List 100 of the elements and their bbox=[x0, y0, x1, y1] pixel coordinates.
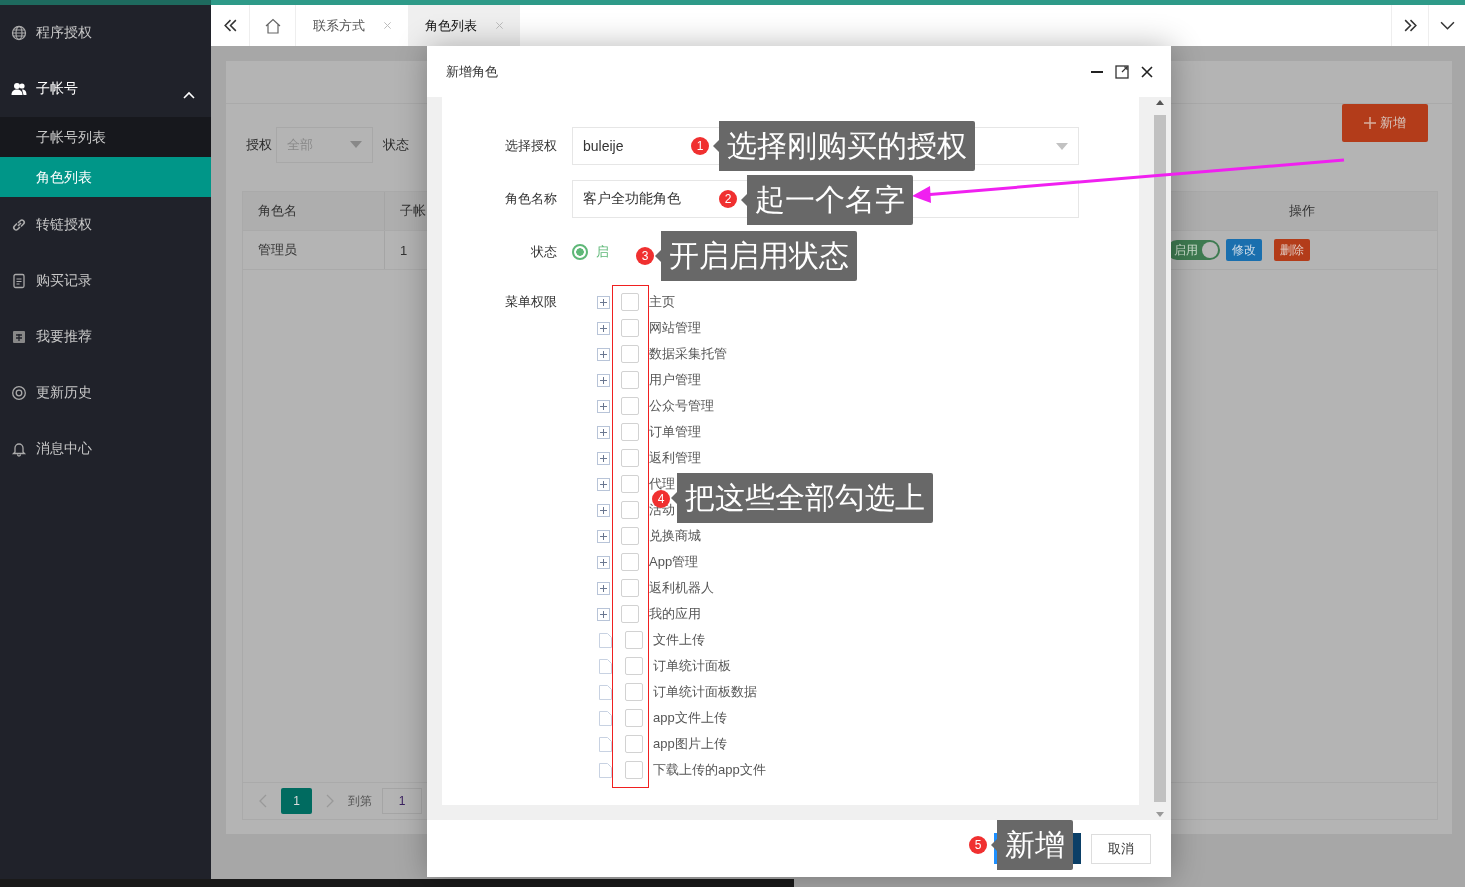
menu-item-label: 公众号管理 bbox=[649, 397, 714, 415]
checkbox[interactable] bbox=[621, 501, 639, 519]
checkbox[interactable] bbox=[625, 683, 643, 701]
home-icon bbox=[263, 17, 282, 34]
checkbox[interactable] bbox=[621, 579, 639, 597]
double-chevron-left-icon bbox=[222, 19, 238, 32]
menu-item-label: 主页 bbox=[649, 293, 675, 311]
sidebar-item[interactable]: 更新历史 bbox=[0, 365, 211, 421]
checkbox[interactable] bbox=[621, 423, 639, 441]
checkbox[interactable] bbox=[621, 345, 639, 363]
goto-label: 到第 bbox=[348, 792, 372, 810]
sidebar-item[interactable]: 子帐号 bbox=[0, 61, 211, 117]
checkbox[interactable] bbox=[621, 527, 639, 545]
sidebar-item[interactable]: 程序授权 bbox=[0, 5, 211, 61]
caret-icon bbox=[350, 141, 362, 148]
checkbox[interactable] bbox=[621, 371, 639, 389]
sidebar-item[interactable]: 转链授权 bbox=[0, 197, 211, 253]
field-label: 角色名称 bbox=[504, 190, 558, 208]
expand-icon[interactable] bbox=[597, 607, 610, 621]
annotation-tooltip: 选择刚购买的授权 bbox=[713, 121, 975, 171]
expand-icon[interactable] bbox=[597, 399, 610, 413]
file-icon bbox=[599, 762, 612, 778]
column-header: 角色名 bbox=[243, 192, 385, 230]
table-cell: 1 bbox=[400, 242, 408, 258]
expand-icon[interactable] bbox=[597, 477, 610, 491]
scroll-up-icon[interactable] bbox=[1156, 100, 1164, 105]
prev-icon[interactable] bbox=[259, 794, 267, 808]
checkbox[interactable] bbox=[621, 293, 639, 311]
file-icon bbox=[599, 632, 612, 648]
target-icon bbox=[11, 385, 27, 401]
filter-label: 授权 bbox=[246, 135, 272, 154]
column-header: 操作 bbox=[1288, 202, 1316, 220]
menu-item-label: 文件上传 bbox=[653, 631, 705, 649]
expand-icon[interactable] bbox=[597, 373, 610, 387]
field-label: 选择授权 bbox=[504, 137, 558, 155]
bell-icon bbox=[11, 441, 27, 457]
checkbox[interactable] bbox=[625, 657, 643, 675]
page-button[interactable]: 1 bbox=[281, 788, 312, 814]
expand-icon[interactable] bbox=[597, 503, 610, 517]
plus-icon bbox=[1364, 116, 1376, 129]
checkbox[interactable] bbox=[621, 605, 639, 623]
delete-button[interactable]: 删除 bbox=[1274, 239, 1310, 261]
tab[interactable]: 角色列表 bbox=[408, 5, 520, 46]
file-icon bbox=[599, 710, 612, 726]
menu-item-label: 订单统计面板数据 bbox=[653, 683, 757, 701]
sidebar-item[interactable]: 我要推荐 bbox=[0, 309, 211, 365]
menu-item-label: App管理 bbox=[649, 553, 699, 571]
menu-item-label: 我的应用 bbox=[649, 605, 701, 623]
expand-icon[interactable] bbox=[597, 581, 610, 595]
submenu-item[interactable]: 子帐号列表 bbox=[0, 117, 211, 157]
menu-item-label: 返利机器人 bbox=[649, 579, 714, 597]
annotation-tooltip: 开启启用状态 bbox=[655, 231, 857, 281]
expand-icon[interactable] bbox=[597, 295, 610, 309]
field-label: 状态 bbox=[530, 243, 558, 261]
scroll-down-icon[interactable] bbox=[1156, 812, 1164, 817]
close-icon[interactable] bbox=[1140, 64, 1154, 79]
menu-item-label: app图片上传 bbox=[653, 735, 727, 753]
expand-icon[interactable] bbox=[597, 529, 610, 543]
checkbox[interactable] bbox=[625, 631, 643, 649]
checkbox[interactable] bbox=[621, 397, 639, 415]
page-input[interactable]: 1 bbox=[382, 788, 422, 814]
menu-item-label: 订单统计面板 bbox=[653, 657, 731, 675]
maximize-icon[interactable] bbox=[1115, 64, 1129, 79]
menu-item-label: 下载上传的app文件 bbox=[653, 761, 766, 779]
checkbox[interactable] bbox=[625, 709, 643, 727]
menu-item-label: 用户管理 bbox=[649, 371, 701, 389]
checkbox[interactable] bbox=[621, 449, 639, 467]
sidebar-item[interactable]: 消息中心 bbox=[0, 421, 211, 477]
expand-icon[interactable] bbox=[597, 555, 610, 569]
caret-icon bbox=[1056, 142, 1068, 150]
menu-item-label: 数据采集托管 bbox=[649, 345, 727, 363]
expand-icon[interactable] bbox=[597, 321, 610, 335]
checkbox[interactable] bbox=[621, 553, 639, 571]
menu-item-label: 返利管理 bbox=[649, 449, 701, 467]
add-button[interactable]: 新增 bbox=[1342, 103, 1428, 142]
filter-label: 状态 bbox=[383, 135, 409, 154]
annotation-tooltip: 新增 bbox=[991, 820, 1073, 870]
document-icon bbox=[11, 273, 27, 289]
submenu-item[interactable]: 角色列表 bbox=[0, 157, 211, 197]
next-icon[interactable] bbox=[326, 794, 334, 808]
expand-icon[interactable] bbox=[597, 347, 610, 361]
checkbox[interactable] bbox=[625, 735, 643, 753]
sidebar-item[interactable]: 购买记录 bbox=[0, 253, 211, 309]
menu-item-label: 订单管理 bbox=[649, 423, 701, 441]
file-icon bbox=[599, 736, 612, 752]
checkbox[interactable] bbox=[625, 761, 643, 779]
file-icon bbox=[599, 684, 612, 700]
annotation-tooltip: 起一个名字 bbox=[741, 175, 913, 225]
edit-button[interactable]: 修改 bbox=[1226, 239, 1262, 261]
checkbox[interactable] bbox=[621, 319, 639, 337]
scroll-right-button[interactable] bbox=[1391, 5, 1429, 46]
checkbox[interactable] bbox=[621, 475, 639, 493]
cancel-button[interactable]: 取消 bbox=[1091, 833, 1151, 864]
expand-icon[interactable] bbox=[597, 425, 610, 439]
menu-item-label: app文件上传 bbox=[653, 709, 727, 727]
expand-icon[interactable] bbox=[597, 451, 610, 465]
dialog-title: 新增角色 bbox=[446, 62, 499, 81]
menu-item-label: 网站管理 bbox=[649, 319, 701, 337]
column-header: 子帐 bbox=[400, 202, 426, 220]
table-cell: 管理员 bbox=[243, 231, 385, 269]
